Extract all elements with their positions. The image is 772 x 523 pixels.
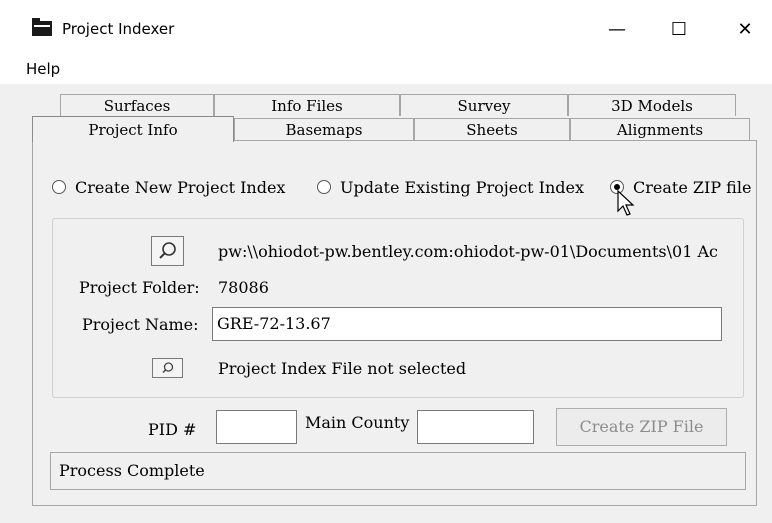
tab-project-info[interactable]: Project Info <box>32 116 234 142</box>
folder-icon <box>32 18 52 36</box>
main-county-input[interactable] <box>417 410 534 444</box>
magnifier-icon <box>162 362 174 374</box>
option-create-zip-label: Create ZIP file <box>633 177 752 197</box>
status-text: Process Complete <box>59 461 205 480</box>
option-update-existing-label: Update Existing Project Index <box>340 177 585 197</box>
project-path: pw:\\ohiodot-pw.bentley.com:ohiodot-pw-0… <box>218 242 718 261</box>
tab-basemaps[interactable]: Basemaps <box>234 118 414 140</box>
project-folder-value: 78086 <box>218 278 269 297</box>
status-bar: Process Complete <box>50 452 746 490</box>
main-county-label: Main County <box>305 413 410 432</box>
browse-folder-button[interactable] <box>151 236 184 266</box>
magnifier-icon <box>159 242 176 259</box>
cursor-icon <box>617 190 635 216</box>
pid-label: PID # <box>148 420 197 439</box>
maximize-button[interactable]: ☐ <box>656 12 702 46</box>
window-title: Project Indexer <box>62 20 175 38</box>
tab-surfaces[interactable]: Surfaces <box>60 94 214 116</box>
minimize-button[interactable]: — <box>594 12 640 46</box>
menu-bar: Help <box>0 54 772 84</box>
tab-alignments[interactable]: Alignments <box>570 118 750 140</box>
tab-sheets[interactable]: Sheets <box>414 118 570 140</box>
project-name-input[interactable]: GRE-72-13.67 <box>212 307 722 341</box>
close-icon: ✕ <box>737 18 753 40</box>
title-bar: Project Indexer — ☐ ✕ <box>0 0 772 54</box>
option-update-existing[interactable]: Update Existing Project Index <box>317 173 584 201</box>
project-name-label: Project Name: <box>82 315 199 334</box>
tab-3d-models[interactable]: 3D Models <box>568 94 736 116</box>
index-file-status: Project Index File not selected <box>218 359 467 378</box>
create-zip-file-button[interactable]: Create ZIP File <box>556 408 727 446</box>
close-button[interactable]: ✕ <box>722 12 768 46</box>
tab-info-files[interactable]: Info Files <box>214 94 400 116</box>
option-create-new[interactable]: Create New Project Index <box>52 173 285 201</box>
browse-index-button[interactable] <box>152 358 183 378</box>
radio-create-new[interactable] <box>52 180 66 194</box>
project-folder-label: Project Folder: <box>79 278 200 297</box>
menu-help[interactable]: Help <box>26 60 60 78</box>
option-create-new-label: Create New Project Index <box>75 177 286 197</box>
tab-survey[interactable]: Survey <box>400 94 568 116</box>
radio-update-existing[interactable] <box>317 180 331 194</box>
minimize-icon: — <box>608 18 626 40</box>
pid-input[interactable] <box>216 410 297 444</box>
maximize-icon: ☐ <box>670 18 688 40</box>
